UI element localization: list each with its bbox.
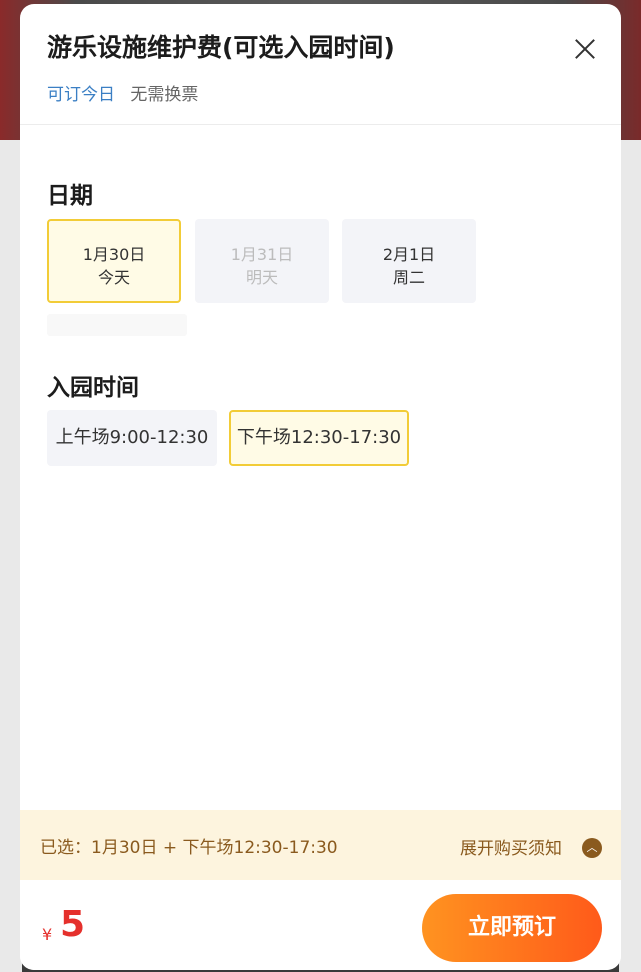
date-option-date: 1月30日: [82, 245, 146, 264]
product-tags: 可订今日 无需换票: [47, 80, 198, 105]
background-page-left: [0, 140, 22, 972]
booking-footer: ¥ 5 立即预订: [20, 880, 621, 970]
date-option-1: 1月31日 明天: [195, 219, 329, 303]
date-option-0[interactable]: 1月30日 今天: [47, 219, 181, 303]
time-slot-afternoon[interactable]: 下午场12:30-17:30: [229, 410, 409, 466]
placeholder-strip: [47, 314, 187, 336]
sheet-header: 游乐设施维护费(可选入园时间) 可订今日 无需换票: [20, 4, 621, 125]
date-option-2[interactable]: 2月1日 周二: [342, 219, 476, 303]
background-page-right: [619, 140, 641, 972]
date-section-title: 日期: [47, 183, 93, 209]
book-now-button[interactable]: 立即预订: [422, 894, 602, 962]
time-section-title: 入园时间: [47, 375, 139, 401]
date-option-day: 周二: [392, 268, 425, 287]
selection-summary-bar: 已选：1月30日 + 下午场12:30-17:30 展开购买须知 ︿: [20, 810, 621, 880]
tag-bookable-today: 可订今日: [47, 85, 115, 105]
booking-sheet: 游乐设施维护费(可选入园时间) 可订今日 无需换票 日期 1月30日 今天 1月…: [20, 4, 621, 970]
product-title: 游乐设施维护费(可选入园时间): [47, 33, 395, 62]
currency-symbol: ¥: [42, 925, 53, 944]
expand-purchase-notes[interactable]: 展开购买须知: [460, 834, 562, 859]
date-option-date: 2月1日: [382, 245, 436, 264]
date-option-date: 1月31日: [230, 245, 294, 264]
close-icon[interactable]: [570, 34, 600, 64]
time-slot-morning[interactable]: 上午场9:00-12:30: [47, 410, 217, 466]
selected-summary: 已选：1月30日 + 下午场12:30-17:30: [40, 838, 338, 858]
price-value: 5: [60, 904, 86, 945]
date-option-day: 明天: [245, 268, 278, 287]
date-option-day: 今天: [97, 268, 130, 287]
chevron-up-icon[interactable]: ︿: [582, 838, 602, 858]
tag-no-exchange: 无需换票: [130, 85, 199, 105]
